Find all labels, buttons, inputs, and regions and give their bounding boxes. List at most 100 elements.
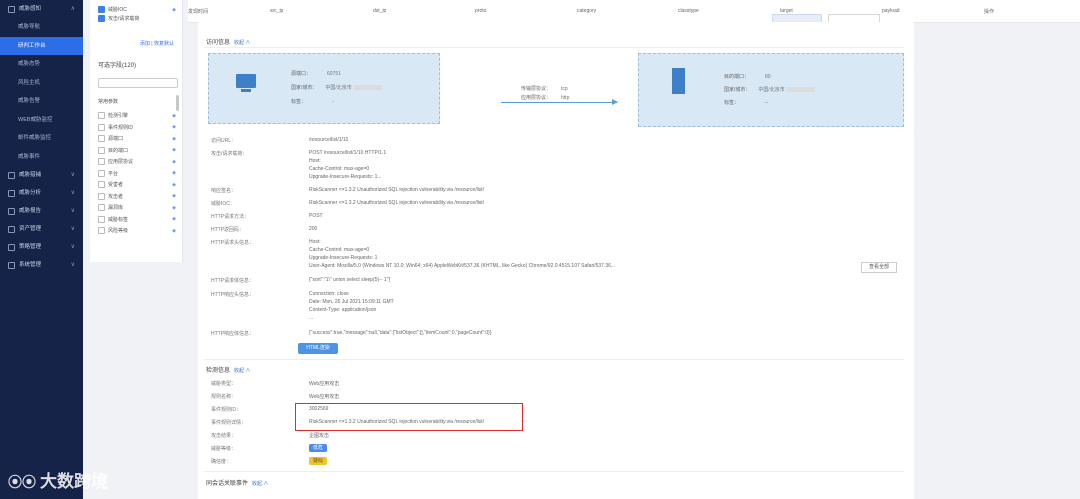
detect-value: Web应用攻击 — [309, 394, 340, 400]
sidebar-item[interactable]: WEB威胁监控 — [0, 111, 83, 130]
sidebar-group[interactable]: 系统管理 ∨ — [0, 256, 83, 274]
col-classtype[interactable]: classtype — [678, 8, 699, 14]
pin-icon[interactable]: ◆ — [172, 159, 176, 165]
field-option[interactable]: 攻击者 ◆ — [90, 191, 182, 203]
detail-value: /resource/list/1/10 — [309, 137, 349, 143]
col-actions[interactable]: 操作 — [984, 8, 994, 15]
detect-section-title: 检测信息 收起 ∧ — [206, 368, 251, 374]
field-option[interactable]: 检测引擎 ◆ — [90, 110, 182, 122]
field-option[interactable]: 目的端口 ◆ — [90, 145, 182, 157]
pin-icon[interactable]: ◆ — [172, 205, 176, 211]
scrollbar[interactable] — [176, 95, 179, 111]
pin-icon[interactable]: ◆ — [172, 124, 176, 130]
checkbox-icon[interactable] — [98, 123, 105, 131]
col-time[interactable]: 发现时间 — [188, 8, 208, 15]
gear-icon — [8, 261, 15, 269]
flow-arrow — [501, 102, 617, 103]
highlight-box — [295, 403, 523, 431]
pin-icon[interactable]: ◆ — [172, 147, 176, 153]
html-render-button[interactable]: HTML渲染 — [298, 343, 338, 354]
field-option[interactable]: 平台 ◆ — [90, 168, 182, 180]
checkbox-icon[interactable] — [98, 169, 105, 177]
field-option[interactable]: 事件规则ID ◆ — [90, 122, 182, 134]
sidebar-item[interactable]: 威胁事件 — [0, 148, 83, 167]
related-fold-toggle[interactable]: 收起 ∧ — [252, 481, 268, 487]
chevron-down-icon: ∨ — [70, 244, 75, 250]
detect-label: 事件规则ID： — [211, 407, 242, 413]
col-src-ip[interactable]: src_ip — [270, 8, 283, 14]
pin-icon[interactable]: ◆ — [172, 182, 176, 188]
field-option[interactable]: 漏洞库 ◆ — [90, 202, 182, 214]
sidebar-group[interactable]: 策略管理 ∨ — [0, 238, 83, 256]
confidence-badge: 疑似 — [309, 457, 328, 465]
detect-fold-toggle[interactable]: 收起 ∧ — [234, 368, 250, 374]
sidebar-group[interactable]: 威胁报告 ∨ — [0, 202, 83, 220]
sidebar-item[interactable]: 研判工作台 — [0, 36, 83, 55]
chart-icon — [8, 189, 15, 197]
detail-label: 访问URL： — [211, 138, 237, 144]
sidebar-item[interactable]: 邮件威胁监控 — [0, 129, 83, 148]
checkbox-icon[interactable] — [98, 215, 105, 223]
access-fold-toggle[interactable]: 收起 ∧ — [234, 40, 250, 46]
box-icon — [8, 225, 15, 233]
field-option[interactable]: 受害者 ◆ — [90, 179, 182, 191]
col-proto[interactable]: proto — [475, 8, 486, 14]
sidebar-group[interactable]: 威胁分析 ∨ — [0, 184, 83, 202]
checkbox-icon[interactable] — [98, 146, 105, 154]
doc-icon — [8, 207, 15, 215]
field-option[interactable]: 威胁标签 ◆ — [90, 214, 182, 226]
sidebar: 威胁感知 ∧ 威胁导航 研判工作台 威胁态势 风险主机 威胁告警 WEB威胁监控 邮件威胁监控威… — [0, 0, 83, 499]
col-dst-ip[interactable]: dst_ip — [373, 8, 386, 14]
fields-title: 可选字段(120) — [98, 63, 137, 69]
filter-check-payload[interactable]: 攻击/请求载荷 — [90, 14, 182, 23]
sidebar-item[interactable]: 威胁告警 — [0, 92, 83, 111]
col-payload[interactable]: payload — [882, 8, 900, 14]
filter-panel: 威胁IOC ◆ 攻击/请求载荷 添加 | 恢复默认 可选字段(120) 常用参数 … — [90, 0, 183, 262]
pin-icon[interactable]: ◆ — [172, 216, 176, 222]
detail-label: 威胁IOC： — [211, 201, 235, 207]
detail-value: Connection: close — [309, 291, 349, 297]
pin-icon[interactable]: ◆ — [172, 7, 176, 13]
sidebar-item[interactable]: 风险主机 — [0, 74, 83, 93]
reset-link[interactable]: 恢复默认 — [154, 41, 174, 47]
checkbox-icon[interactable] — [98, 15, 105, 22]
server-icon — [672, 68, 685, 94]
sidebar-group-label: 威胁猎捕 — [19, 172, 42, 178]
checkbox-icon[interactable] — [98, 135, 105, 143]
chevron-down-icon: ∨ — [70, 172, 75, 178]
fields-search-input[interactable] — [98, 78, 178, 88]
pin-icon[interactable]: ◆ — [172, 113, 176, 119]
field-option[interactable]: 风险等级 ◆ — [90, 225, 182, 237]
view-all-button[interactable]: 查看全部 — [861, 262, 897, 273]
checkbox-icon[interactable] — [98, 227, 105, 235]
detail-value: Host: — [309, 239, 321, 245]
filter-check-ioc[interactable]: 威胁IOC ◆ — [90, 5, 182, 14]
sidebar-item[interactable]: 威胁导航 — [0, 18, 83, 37]
target-icon — [8, 171, 15, 179]
sidebar-item[interactable]: 威胁态势 — [0, 55, 83, 74]
field-option[interactable]: 源端口 ◆ — [90, 133, 182, 145]
detect-label: 事件规则详情： — [211, 420, 247, 426]
detail-label: HTTP返回码： — [211, 227, 245, 233]
checkbox-icon[interactable] — [98, 192, 105, 200]
pin-icon[interactable]: ◆ — [172, 228, 176, 234]
field-option[interactable]: 应用层协议 ◆ — [90, 156, 182, 168]
checkbox-icon[interactable] — [98, 181, 105, 189]
checkbox-icon[interactable] — [98, 158, 105, 166]
shield-icon — [8, 5, 15, 13]
sidebar-group[interactable]: 威胁感知 ∧ — [0, 0, 83, 18]
sidebar-group[interactable]: 资产管理 ∨ — [0, 220, 83, 238]
checkbox-icon[interactable] — [98, 204, 105, 212]
detail-label: HTTP响应体信息： — [211, 331, 255, 337]
pin-icon[interactable]: ◆ — [172, 170, 176, 176]
detail-value: {"sort":"1\" union select sleep(5)-- 1"} — [309, 277, 391, 283]
pin-icon[interactable]: ◆ — [172, 193, 176, 199]
checkbox-icon[interactable] — [98, 112, 105, 120]
detail-value: Upgrade-Insecure-Requests: 1... — [309, 174, 382, 180]
add-link[interactable]: 添加 — [140, 41, 150, 47]
sidebar-group[interactable]: 威胁猎捕 ∨ — [0, 166, 83, 184]
detail-label: HTTP请求头信息： — [211, 240, 255, 246]
col-category[interactable]: category — [577, 8, 596, 14]
checkbox-icon[interactable] — [98, 6, 105, 13]
pin-icon[interactable]: ◆ — [172, 136, 176, 142]
